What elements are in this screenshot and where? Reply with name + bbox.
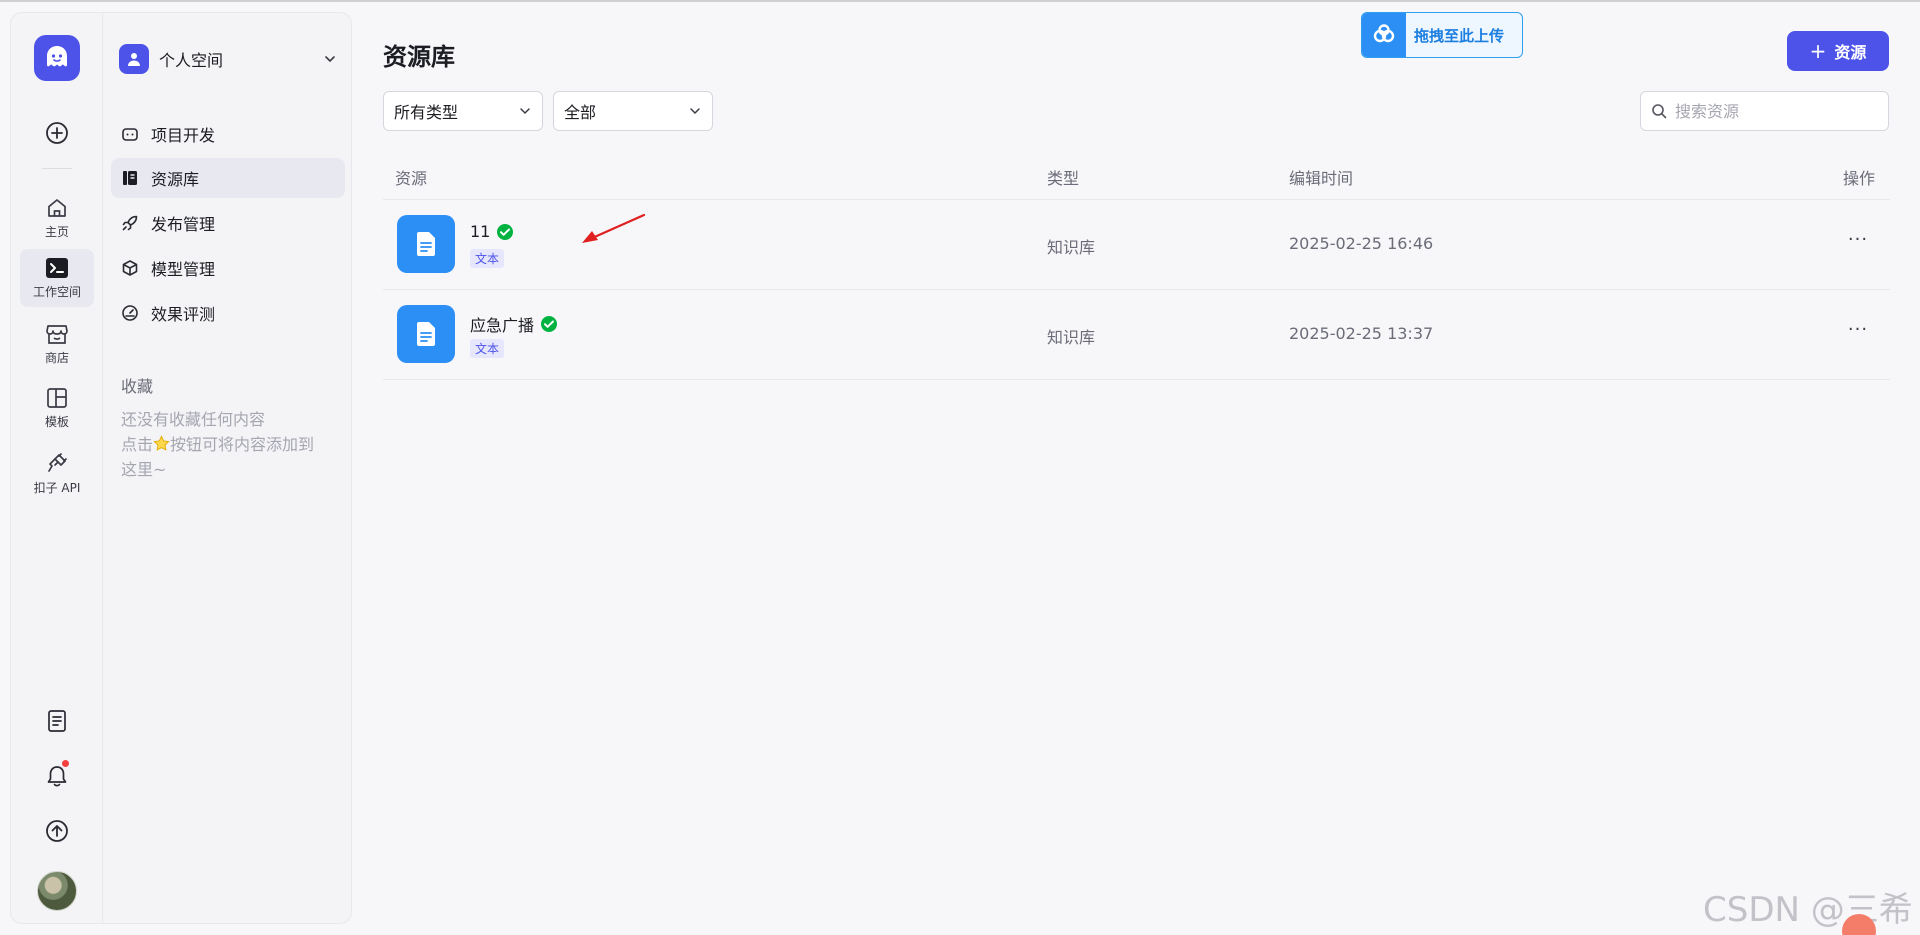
robot-icon (121, 125, 139, 143)
gauge-icon (121, 304, 139, 322)
ghost-icon (47, 46, 67, 67)
page-title: 资源库 (383, 43, 455, 71)
cloud-icon (1362, 13, 1406, 57)
more-actions-button[interactable]: ··· (1843, 224, 1873, 254)
document-icon (397, 215, 455, 273)
notifications-button[interactable] (20, 756, 94, 796)
favorites-empty-line1: 还没有收藏任何内容 (121, 410, 266, 429)
nav-label-evaluation: 效果评测 (151, 305, 216, 324)
space-name: 个人空间 (159, 51, 224, 70)
store-icon (46, 324, 68, 344)
nav-label-models: 模型管理 (151, 260, 216, 279)
nav-label-projects: 项目开发 (151, 126, 216, 145)
resource-name-text: 11 (470, 222, 491, 241)
nav-label-library: 资源库 (151, 170, 200, 189)
plug-icon (48, 452, 67, 472)
notification-dot (62, 760, 69, 767)
resource-edit-time: 2025-02-25 16:46 (1289, 234, 1434, 253)
space-selector[interactable]: 个人空间 (119, 43, 337, 75)
user-icon (128, 53, 140, 66)
space-avatar-icon (119, 44, 149, 74)
rail-label-home: 主页 (44, 224, 69, 239)
resource-type: 知识库 (1047, 328, 1096, 347)
col-resource: 资源 (395, 169, 428, 188)
nav-item-projects[interactable]: 项目开发 (111, 114, 345, 154)
rail-item-template[interactable]: 模板 (20, 379, 94, 437)
upgrade-button[interactable] (20, 811, 94, 851)
icon-rail: 主页 工作空间 商店 模板 扣子 API (10, 12, 102, 924)
favorites-tip-pre: 点击 (121, 435, 154, 454)
rail-label-store: 商店 (44, 350, 69, 365)
favorites-empty-line3: 这里~ (121, 460, 167, 479)
workspace-sidebar: 个人空间 项目开发 资源库 发布管理 模型管理 效果评测 收藏 还没有收藏任何内… (102, 12, 352, 924)
scope-filter-select[interactable]: 全部 (553, 91, 713, 131)
rail-label-api: 扣子 API (33, 480, 81, 495)
bell-icon (47, 766, 67, 787)
resource-name-text: 应急广播 (470, 316, 535, 335)
table-row[interactable]: 应急广播 文本 知识库 2025-02-25 13:37 ··· (383, 290, 1890, 380)
resource-name: 11 (470, 222, 514, 241)
nav-label-publish: 发布管理 (151, 215, 216, 234)
add-resource-label: 资源 (1834, 43, 1867, 62)
template-icon (47, 387, 67, 408)
check-circle-icon (540, 315, 558, 333)
favorites-tip-post: 按钮可将内容添加到 (170, 435, 315, 454)
resource-type: 知识库 (1047, 238, 1096, 257)
nav-item-evaluation[interactable]: 效果评测 (111, 293, 345, 333)
favorites-empty-tip: 还没有收藏任何内容 点击 按钮可将内容添加到 这里~ (121, 407, 351, 482)
chevron-down-icon (520, 108, 530, 115)
favorites-title: 收藏 (121, 377, 154, 396)
search-input[interactable] (1675, 101, 1875, 121)
plus-circle-icon (46, 122, 68, 144)
rail-item-api[interactable]: 扣子 API (20, 443, 94, 503)
rail-label-template: 模板 (44, 414, 69, 429)
docs-icon (48, 710, 66, 732)
watermark: CSDN @三希 (1703, 890, 1913, 930)
app-logo[interactable] (34, 35, 80, 81)
main-content: 资源库 拖拽至此上传 + 资源 所有类型 全部 资源 类型 编辑时间 操作 11 (352, 0, 1920, 935)
nav-item-models[interactable]: 模型管理 (111, 248, 345, 288)
upload-icon (46, 820, 68, 842)
add-resource-button[interactable]: + 资源 (1787, 31, 1889, 71)
scope-filter-value: 全部 (564, 103, 597, 122)
docs-button[interactable] (20, 701, 94, 741)
chevron-down-icon (325, 56, 335, 63)
resource-tag: 文本 (470, 339, 505, 358)
search-box[interactable] (1640, 91, 1889, 131)
rocket-icon (121, 214, 139, 232)
nav-item-library[interactable]: 资源库 (111, 158, 345, 198)
search-icon (1652, 104, 1667, 119)
home-icon (48, 198, 66, 217)
col-edit-time: 编辑时间 (1289, 169, 1354, 188)
drag-upload-label: 拖拽至此上传 (1414, 26, 1505, 45)
nav-item-publish[interactable]: 发布管理 (111, 203, 345, 243)
library-icon (121, 169, 139, 187)
type-filter-value: 所有类型 (394, 103, 459, 122)
rail-item-home[interactable]: 主页 (20, 189, 94, 247)
chevron-down-icon (690, 108, 700, 115)
document-icon (397, 305, 455, 363)
check-circle-icon (496, 223, 514, 241)
rail-item-workspace[interactable]: 工作空间 (20, 249, 94, 307)
drag-upload-widget[interactable]: 拖拽至此上传 (1361, 12, 1523, 58)
rail-label-workspace: 工作空间 (32, 284, 81, 299)
table-header: 资源 类型 编辑时间 操作 (383, 155, 1890, 200)
plus-icon: + (1809, 39, 1827, 63)
terminal-icon (46, 257, 68, 278)
resource-tag: 文本 (470, 249, 505, 268)
rail-divider (42, 168, 72, 169)
type-filter-select[interactable]: 所有类型 (383, 91, 543, 131)
annotation-arrow-icon (582, 213, 646, 243)
col-action: 操作 (1843, 169, 1876, 188)
create-button[interactable] (20, 113, 94, 153)
user-avatar[interactable] (37, 871, 77, 911)
cube-icon (121, 259, 139, 277)
col-type: 类型 (1047, 169, 1080, 188)
star-icon (153, 435, 170, 451)
resource-name: 应急广播 (470, 312, 558, 336)
resource-edit-time: 2025-02-25 13:37 (1289, 324, 1434, 343)
favorites-empty-line2: 点击 按钮可将内容添加到 (121, 432, 351, 457)
more-actions-button[interactable]: ··· (1843, 314, 1873, 344)
rail-item-store[interactable]: 商店 (20, 315, 94, 373)
